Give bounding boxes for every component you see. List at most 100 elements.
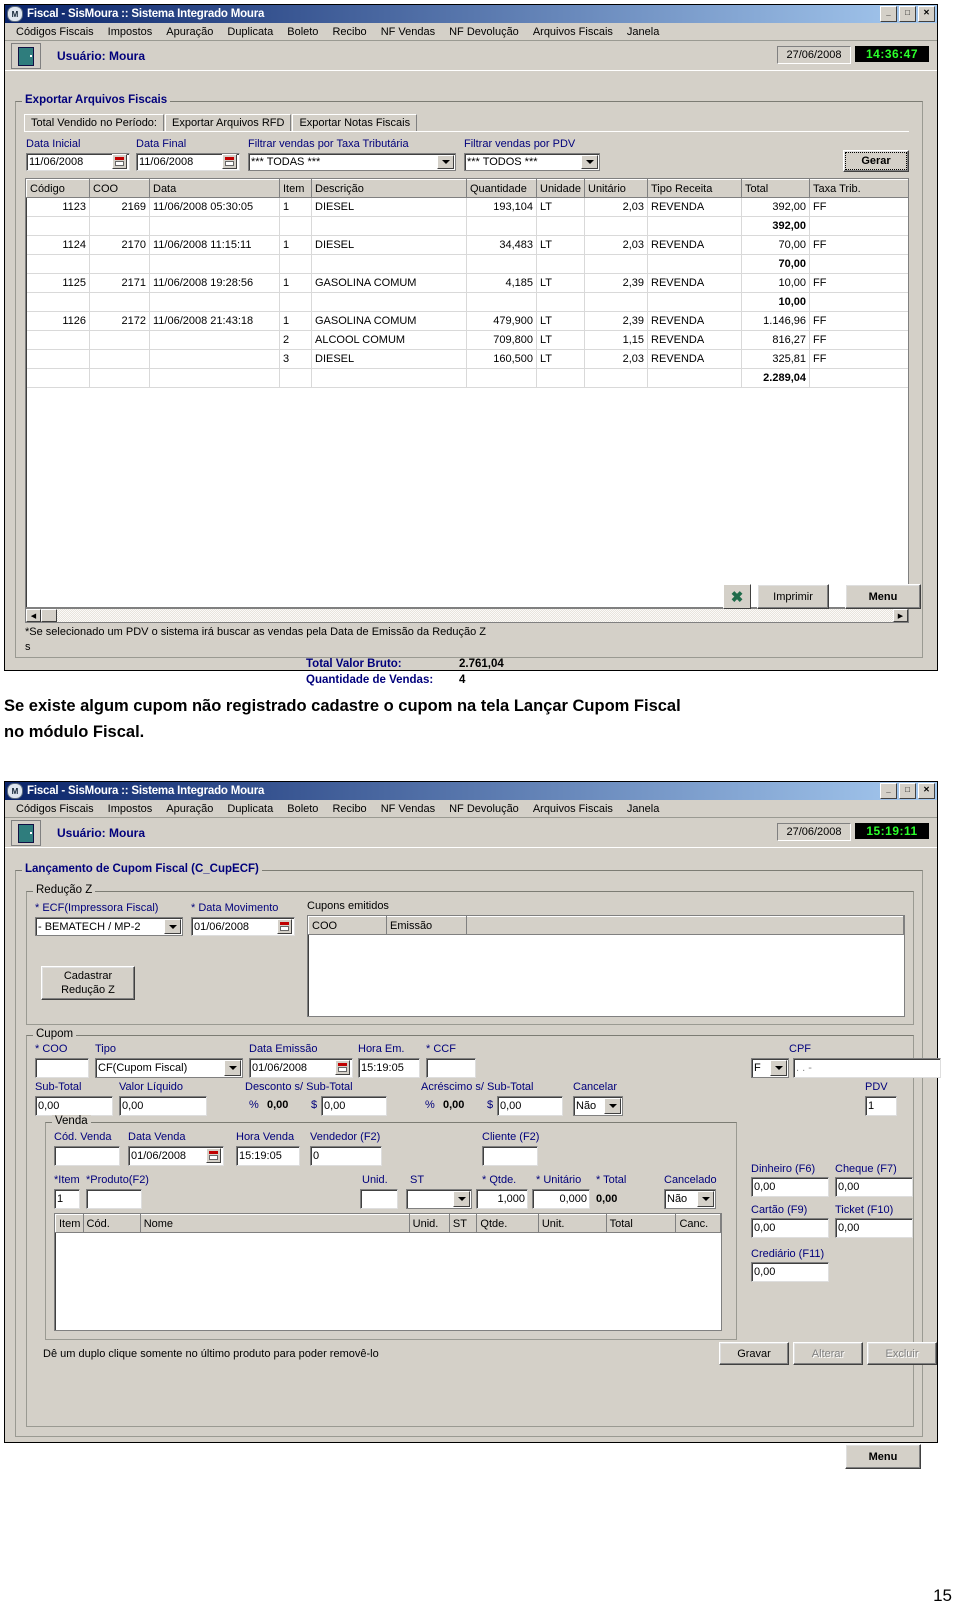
close-button-2[interactable]: ✕ bbox=[918, 783, 935, 799]
imprimir-button[interactable]: Imprimir bbox=[757, 584, 829, 609]
menu-item-nf-devolucao[interactable]: NF Devolução bbox=[442, 25, 526, 39]
col-descricao[interactable]: Descrição bbox=[311, 179, 467, 198]
select-cancelado[interactable]: Não bbox=[664, 1189, 716, 1209]
input-cod-venda[interactable] bbox=[54, 1146, 120, 1166]
menu-button-window1[interactable]: Menu bbox=[845, 584, 921, 609]
cupons-emitidos-grid[interactable]: COO Emissão bbox=[307, 915, 905, 1017]
input-cpf[interactable]: . . - bbox=[793, 1058, 941, 1078]
col-prod-st[interactable]: ST bbox=[448, 1214, 478, 1233]
input-desconto-valor[interactable]: 0,00 bbox=[321, 1096, 387, 1116]
select-tipo-cupom[interactable]: CF(Cupom Fiscal) bbox=[95, 1058, 243, 1078]
table-row[interactable]: 70,00 bbox=[26, 254, 908, 274]
menu-item-boleto[interactable]: Boleto bbox=[280, 25, 325, 39]
menu-item-janela[interactable]: Janela bbox=[620, 25, 666, 39]
excel-export-icon[interactable]: ✖ bbox=[723, 584, 751, 609]
menu2-item-codigos-fiscais[interactable]: Códigos Fiscais bbox=[9, 802, 101, 816]
col-taxa-trib[interactable]: Taxa Trib. bbox=[809, 179, 908, 198]
input-item[interactable]: 1 bbox=[54, 1189, 80, 1209]
tab-exportar-notas[interactable]: Exportar Notas Fiscais bbox=[292, 114, 418, 131]
menu2-item-nf-vendas[interactable]: NF Vendas bbox=[374, 802, 442, 816]
select-taxa-tributaria[interactable]: *** TODAS *** bbox=[248, 153, 456, 171]
col-prod-canc[interactable]: Canc. bbox=[675, 1214, 721, 1233]
input-vendedor[interactable]: 0 bbox=[310, 1146, 382, 1166]
chevron-down-icon-st[interactable] bbox=[453, 1191, 470, 1207]
table-row[interactable]: 1125 2171 11/06/2008 19:28:56 1 GASOLINA COM… bbox=[26, 273, 908, 293]
menu-item-recibo[interactable]: Recibo bbox=[325, 25, 373, 39]
scroll-track[interactable] bbox=[57, 609, 893, 622]
chevron-down-icon-tipo[interactable] bbox=[224, 1060, 241, 1076]
input-crediario[interactable]: 0,00 bbox=[751, 1262, 829, 1282]
table-row[interactable]: 1126 2172 11/06/2008 21:43:18 1 GASOLINA COM… bbox=[26, 311, 908, 331]
table-row[interactable]: 10,00 bbox=[26, 292, 908, 312]
chevron-down-icon-taxa[interactable] bbox=[437, 155, 454, 169]
menu2-item-apuracao[interactable]: Apuração bbox=[159, 802, 220, 816]
col-total[interactable]: Total bbox=[741, 179, 810, 198]
col-prod-unid[interactable]: Unid. bbox=[408, 1214, 450, 1233]
input-produto[interactable] bbox=[86, 1189, 142, 1209]
col-unitario[interactable]: Unitário bbox=[584, 179, 648, 198]
input-unid[interactable] bbox=[360, 1189, 398, 1209]
calendar-icon-data-final[interactable] bbox=[222, 154, 237, 169]
col-tipo-receita[interactable]: Tipo Receita bbox=[647, 179, 742, 198]
gerar-button[interactable]: Gerar bbox=[843, 150, 909, 172]
input-hora-venda[interactable]: 15:19:05 bbox=[236, 1146, 300, 1166]
input-coo[interactable] bbox=[35, 1058, 89, 1078]
chevron-down-icon-pdv[interactable] bbox=[581, 155, 598, 169]
col-prod-cod[interactable]: Cód. bbox=[82, 1214, 141, 1233]
calendar-icon-data-inicial[interactable] bbox=[112, 154, 127, 169]
table-row[interactable]: 1123 2169 11/06/2008 05:30:05 1 DIESEL 193,10… bbox=[26, 197, 908, 217]
menu-button-window2[interactable]: Menu bbox=[845, 1444, 921, 1469]
close-button[interactable]: ✕ bbox=[918, 6, 935, 22]
select-pdv[interactable]: *** TODOS *** bbox=[464, 153, 600, 171]
tab-exportar-rfd[interactable]: Exportar Arquivos RFD bbox=[164, 114, 292, 131]
col-prod-nome[interactable]: Nome bbox=[139, 1214, 410, 1233]
menu2-item-arquivos-fiscais[interactable]: Arquivos Fiscais bbox=[526, 802, 620, 816]
menu-item-duplicata[interactable]: Duplicata bbox=[220, 25, 280, 39]
col-cupons-emissao[interactable]: Emissão bbox=[386, 916, 467, 935]
minimize-button-2[interactable]: _ bbox=[880, 783, 897, 799]
input-hora-emissao[interactable]: 15:19:05 bbox=[358, 1058, 420, 1078]
table-row[interactable]: 1124 2170 11/06/2008 11:15:11 1 DIESEL 34,483… bbox=[26, 235, 908, 255]
menu-item-impostos[interactable]: Impostos bbox=[101, 25, 160, 39]
minimize-button[interactable]: _ bbox=[880, 6, 897, 22]
input-valor-liquido[interactable]: 0,00 bbox=[119, 1096, 207, 1116]
chevron-down-icon-cpf[interactable] bbox=[770, 1060, 787, 1076]
scroll-thumb[interactable] bbox=[41, 609, 57, 622]
input-cliente[interactable] bbox=[482, 1146, 538, 1166]
menu-item-nf-vendas[interactable]: NF Vendas bbox=[374, 25, 442, 39]
tab-total-vendido[interactable]: Total Vendido no Período: bbox=[24, 114, 164, 131]
input-qtde[interactable]: 1,000 bbox=[476, 1189, 528, 1209]
exit-door-icon[interactable] bbox=[11, 43, 41, 69]
input-dinheiro[interactable]: 0,00 bbox=[751, 1177, 829, 1197]
gravar-button[interactable]: Gravar bbox=[719, 1342, 789, 1365]
calendar-icon-data-movimento[interactable] bbox=[277, 919, 292, 934]
produtos-grid[interactable]: Item Cód. Nome Unid. ST Qtde. Unit. Tota… bbox=[54, 1213, 722, 1331]
input-ccf[interactable] bbox=[426, 1058, 476, 1078]
chevron-down-icon-ecf[interactable] bbox=[164, 919, 181, 934]
col-prod-total[interactable]: Total bbox=[605, 1214, 677, 1233]
input-ticket[interactable]: 0,00 bbox=[835, 1218, 913, 1238]
input-cheque[interactable]: 0,00 bbox=[835, 1177, 913, 1197]
maximize-button-2[interactable]: □ bbox=[899, 783, 916, 799]
scroll-right-arrow-icon[interactable]: ▶ bbox=[893, 609, 908, 622]
chevron-down-icon-cancelar[interactable] bbox=[604, 1098, 621, 1114]
menu2-item-janela[interactable]: Janela bbox=[620, 802, 666, 816]
grid-hscrollbar[interactable]: ◀ ▶ bbox=[25, 608, 909, 623]
select-ecf[interactable]: - BEMATECH / MP-2 bbox=[35, 917, 183, 936]
calendar-icon-data-venda[interactable] bbox=[206, 1148, 221, 1163]
maximize-button[interactable]: □ bbox=[899, 6, 916, 22]
menu-item-arquivos-fiscais[interactable]: Arquivos Fiscais bbox=[526, 25, 620, 39]
menu2-item-nf-devolucao[interactable]: NF Devolução bbox=[442, 802, 526, 816]
select-cpf-tipo[interactable]: F bbox=[751, 1058, 789, 1078]
cadastrar-reducao-z-button[interactable]: Cadastrar Redução Z bbox=[41, 966, 135, 1000]
col-cupons-coo[interactable]: COO bbox=[308, 916, 387, 935]
col-quantidade[interactable]: Quantidade bbox=[466, 179, 537, 198]
col-unidade[interactable]: Unidade bbox=[536, 179, 585, 198]
menu2-item-duplicata[interactable]: Duplicata bbox=[220, 802, 280, 816]
table-row[interactable]: 2.289,04 bbox=[26, 368, 908, 388]
col-item[interactable]: Item bbox=[279, 179, 312, 198]
col-codigo[interactable]: Código bbox=[26, 179, 90, 198]
table-row[interactable]: 392,00 bbox=[26, 216, 908, 236]
input-unitario[interactable]: 0,000 bbox=[532, 1189, 590, 1209]
menu2-item-boleto[interactable]: Boleto bbox=[280, 802, 325, 816]
